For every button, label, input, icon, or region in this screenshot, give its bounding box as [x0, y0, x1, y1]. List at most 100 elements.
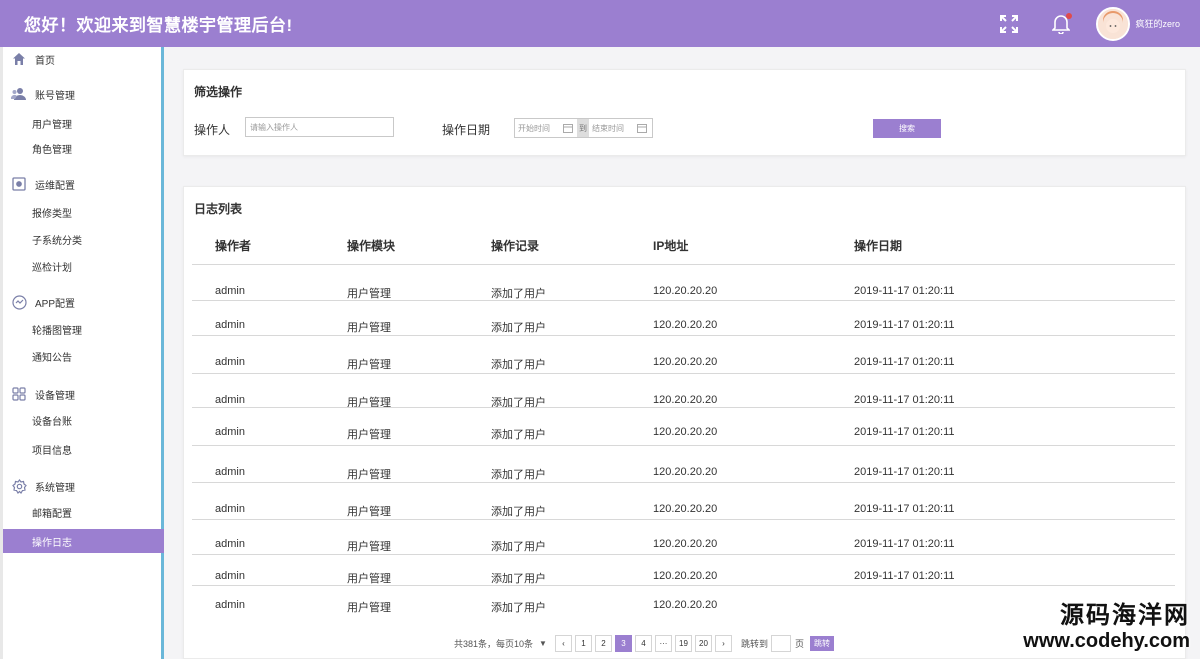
next-page-button[interactable]: › — [714, 634, 732, 652]
cell-module: 用户管理 — [347, 429, 391, 441]
page-button[interactable]: 20 — [694, 634, 712, 652]
table-row: admin 用户管理 添加了用户 120.20.20.20 2019-11-17 01:… — [192, 264, 1175, 300]
log-list-title: 日志列表 — [194, 202, 243, 216]
operator-input[interactable]: 请输入操作人 — [245, 117, 394, 137]
watermark: 源码海洋网 www.codehy.com — [1023, 595, 1190, 653]
cell-operator: admin — [215, 503, 245, 515]
table-row: admin 用户管理 添加了用户 120.20.20.20 2019-11-17 01:… — [192, 482, 1175, 518]
cell-module: 用户管理 — [347, 322, 391, 334]
table-row: admin 用户管理 添加了用户 120.20.20.20 2019-11-17 01:… — [192, 519, 1175, 553]
cell-operator: admin — [215, 319, 245, 331]
cell-record: 添加了用户 — [491, 288, 546, 300]
column-header-date: 操作日期 — [854, 239, 903, 253]
cell-module: 用户管理 — [347, 288, 391, 300]
table-row: admin 用户管理 添加了用户 120.20.20.20 2019-11-17 01:… — [192, 335, 1175, 371]
sidebar-item-device-ledger[interactable]: 设备台账 — [3, 408, 164, 432]
notification-dot — [1066, 12, 1073, 19]
table-row: admin 用户管理 添加了用户 120.20.20.20 2019-11-17 01:… — [192, 407, 1175, 441]
sidebar-item-banner[interactable]: 轮播图管理 — [3, 317, 164, 341]
pagination: 共381条，每页10条 ▼ ‹ 1 2 3 4 ··· 19 20 › 跳转到 页 跳转 — [454, 634, 834, 652]
sidebar-item-project-info[interactable]: 项目信息 — [3, 437, 164, 461]
jump-button[interactable]: 跳转 — [809, 635, 834, 651]
sidebar-group-ops[interactable]: 运维配置 — [3, 172, 164, 196]
sidebar-item-home[interactable]: 首页 — [3, 47, 164, 71]
sidebar-item-notice[interactable]: 通知公告 — [3, 344, 164, 368]
avatar[interactable] — [1096, 6, 1131, 41]
cell-ip: 120.20.20.20 — [653, 319, 718, 331]
column-header-record: 操作记录 — [491, 239, 540, 253]
table-row: admin 用户管理 添加了用户 120.20.20.20 — [192, 585, 1175, 614]
cell-date: 2019-11-17 01:20:11 — [854, 570, 955, 582]
cell-ip: 120.20.20.20 — [653, 599, 718, 611]
filter-title: 筛选操作 — [194, 85, 243, 99]
cell-record: 添加了用户 — [491, 573, 546, 585]
cell-record: 添加了用户 — [491, 429, 546, 441]
monitor-icon — [11, 176, 27, 192]
cell-date: 2019-11-17 01:20:11 — [854, 319, 955, 331]
sidebar-group-account[interactable]: 账号管理 — [3, 82, 164, 106]
bell-icon[interactable] — [1050, 12, 1073, 35]
page-button[interactable]: 19 — [674, 634, 692, 652]
cell-ip: 120.20.20.20 — [653, 538, 718, 550]
start-date-input[interactable]: 开始时间 — [515, 119, 577, 137]
cell-date: 2019-11-17 01:20:11 — [854, 503, 955, 515]
cell-record: 添加了用户 — [491, 359, 546, 371]
watermark-title: 源码海洋网 — [1060, 602, 1190, 629]
sidebar-item-subsystem[interactable]: 子系统分类 — [3, 227, 164, 251]
cell-date: 2019-11-17 01:20:11 — [854, 285, 955, 297]
grid-icon — [11, 386, 27, 402]
gear-icon — [11, 478, 27, 494]
top-header: 您好！欢迎来到智慧楼宇管理后台! 疯狂的zero — [0, 0, 1200, 47]
cell-module: 用户管理 — [347, 506, 391, 518]
users-icon — [11, 86, 27, 102]
page-button[interactable]: 3 — [614, 634, 632, 652]
app-icon — [11, 294, 27, 310]
sidebar-item-role-management[interactable]: 角色管理 — [3, 136, 164, 160]
page-numbers: 1 2 3 4 ··· 19 20 — [574, 634, 715, 652]
cell-ip: 120.20.20.20 — [653, 426, 718, 438]
cell-operator: admin — [215, 285, 245, 297]
fullscreen-icon[interactable] — [998, 13, 1020, 35]
operator-label: 操作人 — [194, 123, 231, 137]
prev-page-button[interactable]: ‹ — [554, 634, 572, 652]
watermark-url: www.codehy.com — [1023, 630, 1190, 652]
header-actions: 疯狂的zero — [998, 0, 1180, 47]
sidebar-item-inspection-plan[interactable]: 巡检计划 — [3, 254, 164, 278]
sidebar-group-system[interactable]: 系统管理 — [3, 474, 164, 498]
cell-operator: admin — [215, 394, 245, 406]
page-unit-label: 页 — [794, 638, 804, 649]
date-label: 操作日期 — [442, 123, 491, 137]
page-button[interactable]: 1 — [574, 634, 592, 652]
cell-record: 添加了用户 — [491, 541, 546, 553]
cell-ip: 120.20.20.20 — [653, 394, 718, 406]
date-separator: 到 — [577, 119, 589, 137]
sidebar-group-app[interactable]: APP配置 — [3, 290, 164, 314]
end-date-input[interactable]: 结束时间 — [589, 119, 651, 137]
cell-module: 用户管理 — [347, 359, 391, 371]
sidebar-item-user-management[interactable]: 用户管理 — [3, 111, 164, 135]
username[interactable]: 疯狂的zero — [1135, 17, 1180, 30]
search-button[interactable]: 搜索 — [873, 119, 941, 138]
header-title: 您好！欢迎来到智慧楼宇管理后台! — [24, 16, 293, 35]
cell-record: 添加了用户 — [491, 506, 546, 518]
sidebar-item-repair-type[interactable]: 报修类型 — [3, 200, 164, 224]
page-button[interactable]: 4 — [634, 634, 652, 652]
column-header-module: 操作模块 — [347, 239, 396, 253]
cell-module: 用户管理 — [347, 602, 391, 614]
cell-operator: admin — [215, 538, 245, 550]
sidebar-item-operation-log[interactable]: 操作日志 — [3, 529, 164, 553]
sidebar-group-device[interactable]: 设备管理 — [3, 382, 164, 406]
cell-operator: admin — [215, 356, 245, 368]
date-range-picker[interactable]: 开始时间 到 结束时间 — [514, 118, 653, 138]
filter-panel: 筛选操作 操作人 请输入操作人 操作日期 开始时间 到 结束时间 搜索 — [183, 69, 1186, 156]
cell-record: 添加了用户 — [491, 602, 546, 614]
home-icon — [11, 51, 27, 67]
sidebar-item-mail-config[interactable]: 邮箱配置 — [3, 500, 164, 524]
page-ellipsis: ··· — [654, 634, 672, 652]
cell-module: 用户管理 — [347, 469, 391, 481]
jump-page-input[interactable] — [770, 634, 791, 652]
page-size-dropdown-icon[interactable]: ▼ — [539, 639, 547, 648]
page-button[interactable]: 2 — [594, 634, 612, 652]
sidebar: 首页 账号管理 用户管理 角色管理 运维配置 报修类型 子系统分类 巡检计划 A… — [0, 47, 164, 659]
cell-module: 用户管理 — [347, 573, 391, 585]
